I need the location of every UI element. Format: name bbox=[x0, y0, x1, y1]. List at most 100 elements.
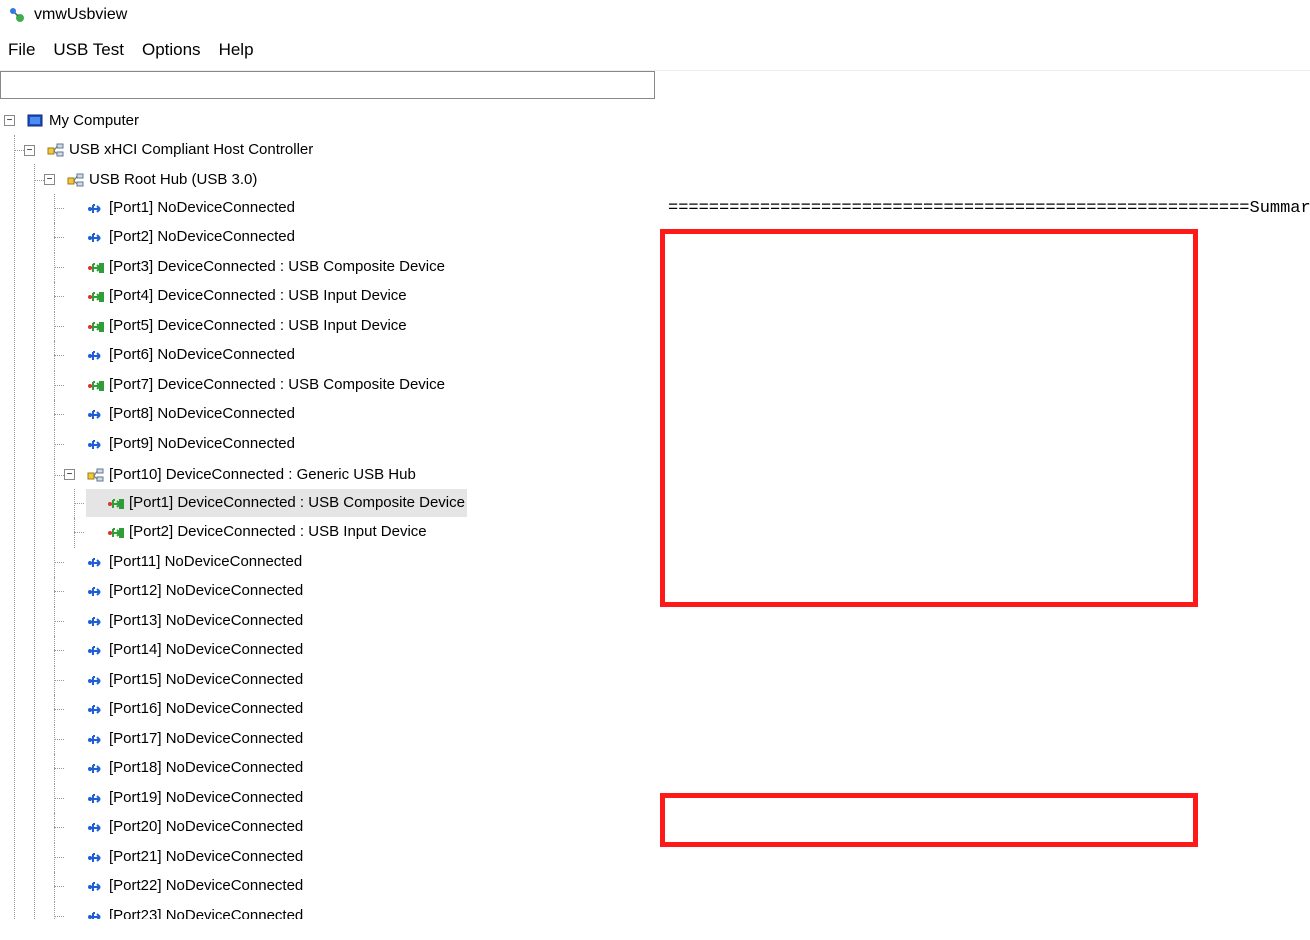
tree-port[interactable]: [Port14] NoDeviceConnected bbox=[66, 636, 305, 664]
usb-device-icon bbox=[87, 259, 103, 275]
expander-icon[interactable]: − bbox=[64, 469, 75, 480]
tree-port[interactable]: [Port9] NoDeviceConnected bbox=[66, 430, 297, 458]
tree-port[interactable]: [Port20] NoDeviceConnected bbox=[66, 813, 305, 841]
tree-port[interactable]: [Port18] NoDeviceConnected bbox=[66, 754, 305, 782]
tree-port[interactable]: [Port15] NoDeviceConnected bbox=[66, 666, 305, 694]
filter-input[interactable] bbox=[0, 71, 655, 99]
tree-port[interactable]: [Port4] DeviceConnected : USB Input Devi… bbox=[66, 282, 409, 310]
tree-label: [Port18] NoDeviceConnected bbox=[109, 754, 303, 782]
tree-port[interactable]: [Port3] DeviceConnected : USB Composite … bbox=[66, 253, 447, 281]
tree-label: [Port11] NoDeviceConnected bbox=[109, 548, 302, 576]
usb-port-icon bbox=[87, 878, 103, 894]
tree-port[interactable]: [Port19] NoDeviceConnected bbox=[66, 784, 305, 812]
tree-label: [Port3] DeviceConnected : USB Composite … bbox=[109, 253, 445, 281]
usb-port-icon bbox=[87, 200, 103, 216]
usb-port-icon bbox=[87, 819, 103, 835]
tree-label: [Port2] DeviceConnected : USB Input Devi… bbox=[129, 518, 427, 546]
usb-device-icon bbox=[87, 318, 103, 334]
usb-port-icon bbox=[87, 849, 103, 865]
usb-device-icon bbox=[87, 288, 103, 304]
usb-port-icon bbox=[87, 229, 103, 245]
tree-label: [Port23] NoDeviceConnected bbox=[109, 902, 303, 920]
tree-port[interactable]: [Port2] NoDeviceConnected bbox=[66, 223, 297, 251]
menubar: File USB Test Options Help bbox=[0, 30, 1310, 71]
menu-help[interactable]: Help bbox=[219, 40, 254, 60]
usb-port-icon bbox=[87, 672, 103, 688]
main-split: − My Computer − USB xHCI Compliant Hos bbox=[0, 99, 1310, 919]
tree-label: [Port19] NoDeviceConnected bbox=[109, 784, 303, 812]
highlight-box-vid-pid bbox=[660, 793, 1198, 847]
tree-label: [Port6] NoDeviceConnected bbox=[109, 341, 295, 369]
controller-icon bbox=[47, 142, 63, 158]
usb-device-icon bbox=[87, 377, 103, 393]
tree-root[interactable]: − My Computer bbox=[6, 107, 141, 135]
tree-label: [Port5] DeviceConnected : USB Input Devi… bbox=[109, 312, 407, 340]
tree-port[interactable]: [Port23] NoDeviceConnected bbox=[66, 902, 305, 920]
expander-icon[interactable]: − bbox=[4, 115, 15, 126]
menu-file[interactable]: File bbox=[8, 40, 35, 60]
tree-label: [Port4] DeviceConnected : USB Input Devi… bbox=[109, 282, 407, 310]
usb-port-icon bbox=[87, 347, 103, 363]
expander-icon[interactable]: − bbox=[24, 145, 35, 156]
tree-port[interactable]: [Port17] NoDeviceConnected bbox=[66, 725, 305, 753]
menu-options[interactable]: Options bbox=[142, 40, 201, 60]
highlight-box-interfaces bbox=[660, 229, 1198, 607]
tree-root-hub[interactable]: − USB Root Hub (USB 3.0) bbox=[46, 166, 259, 194]
tree-label: [Port7] DeviceConnected : USB Composite … bbox=[109, 371, 445, 399]
usb-port-icon bbox=[87, 406, 103, 422]
usb-device-icon bbox=[107, 495, 123, 511]
tree-label: [Port1] NoDeviceConnected bbox=[109, 194, 295, 222]
tree-label: [Port2] NoDeviceConnected bbox=[109, 223, 295, 251]
tree-label: [Port20] NoDeviceConnected bbox=[109, 813, 303, 841]
hub-icon bbox=[67, 172, 83, 188]
device-tree[interactable]: − My Computer − USB xHCI Compliant Hos bbox=[0, 99, 660, 919]
tree-port[interactable]: [Port22] NoDeviceConnected bbox=[66, 872, 305, 900]
usb-port-icon bbox=[87, 731, 103, 747]
tree-label: [Port14] NoDeviceConnected bbox=[109, 636, 303, 664]
usb-port-icon bbox=[87, 790, 103, 806]
tree-label: [Port13] NoDeviceConnected bbox=[109, 607, 303, 635]
app-icon bbox=[8, 6, 26, 24]
tree-label: [Port10] DeviceConnected : Generic USB H… bbox=[109, 461, 416, 489]
tree-port[interactable]: [Port1] DeviceConnected : USB Composite … bbox=[86, 489, 467, 517]
tree-port[interactable]: [Port8] NoDeviceConnected bbox=[66, 400, 297, 428]
menu-usb-test[interactable]: USB Test bbox=[53, 40, 124, 60]
usb-port-icon bbox=[87, 642, 103, 658]
tree-port[interactable]: − [Port10] DeviceConnected : Generic USB … bbox=[66, 461, 418, 489]
tree-label: [Port8] NoDeviceConnected bbox=[109, 400, 295, 428]
tree-label: [Port16] NoDeviceConnected bbox=[109, 695, 303, 723]
titlebar: vmwUsbview bbox=[0, 0, 1310, 30]
tree-controller[interactable]: − USB xHCI Compliant Host Controller bbox=[26, 136, 315, 164]
tree-label: [Port17] NoDeviceConnected bbox=[109, 725, 303, 753]
usb-port-icon bbox=[87, 908, 103, 920]
tree-port[interactable]: [Port21] NoDeviceConnected bbox=[66, 843, 305, 871]
tree-port[interactable]: [Port2] DeviceConnected : USB Input Devi… bbox=[86, 518, 429, 546]
tree-port[interactable]: [Port6] NoDeviceConnected bbox=[66, 341, 297, 369]
tree-port[interactable]: [Port13] NoDeviceConnected bbox=[66, 607, 305, 635]
computer-icon bbox=[27, 113, 43, 129]
tree-label: USB Root Hub (USB 3.0) bbox=[89, 166, 257, 194]
expander-icon[interactable]: − bbox=[44, 174, 55, 185]
tree-port[interactable]: [Port12] NoDeviceConnected bbox=[66, 577, 305, 605]
hub-icon bbox=[87, 467, 103, 483]
tree-label: [Port15] NoDeviceConnected bbox=[109, 666, 303, 694]
detail-line: ========================================… bbox=[668, 199, 1250, 218]
tree-port[interactable]: [Port1] NoDeviceConnected bbox=[66, 194, 297, 222]
tree-port[interactable]: [Port5] DeviceConnected : USB Input Devi… bbox=[66, 312, 409, 340]
tree-port[interactable]: [Port7] DeviceConnected : USB Composite … bbox=[66, 371, 447, 399]
tree-label: [Port1] DeviceConnected : USB Composite … bbox=[129, 489, 465, 517]
tree-port[interactable]: [Port16] NoDeviceConnected bbox=[66, 695, 305, 723]
tree-label: [Port9] NoDeviceConnected bbox=[109, 430, 295, 458]
app-title: vmwUsbview bbox=[34, 6, 127, 24]
usb-port-icon bbox=[87, 554, 103, 570]
usb-port-icon bbox=[87, 760, 103, 776]
tree-label: USB xHCI Compliant Host Controller bbox=[69, 136, 313, 164]
usb-port-icon bbox=[87, 583, 103, 599]
tree-port[interactable]: [Port11] NoDeviceConnected bbox=[66, 548, 304, 576]
detail-line: Summary: bbox=[1250, 199, 1310, 218]
usb-port-icon bbox=[87, 701, 103, 717]
tree-label: [Port22] NoDeviceConnected bbox=[109, 872, 303, 900]
tree-label: [Port21] NoDeviceConnected bbox=[109, 843, 303, 871]
tree-label: My Computer bbox=[49, 107, 139, 135]
usb-port-icon bbox=[87, 613, 103, 629]
